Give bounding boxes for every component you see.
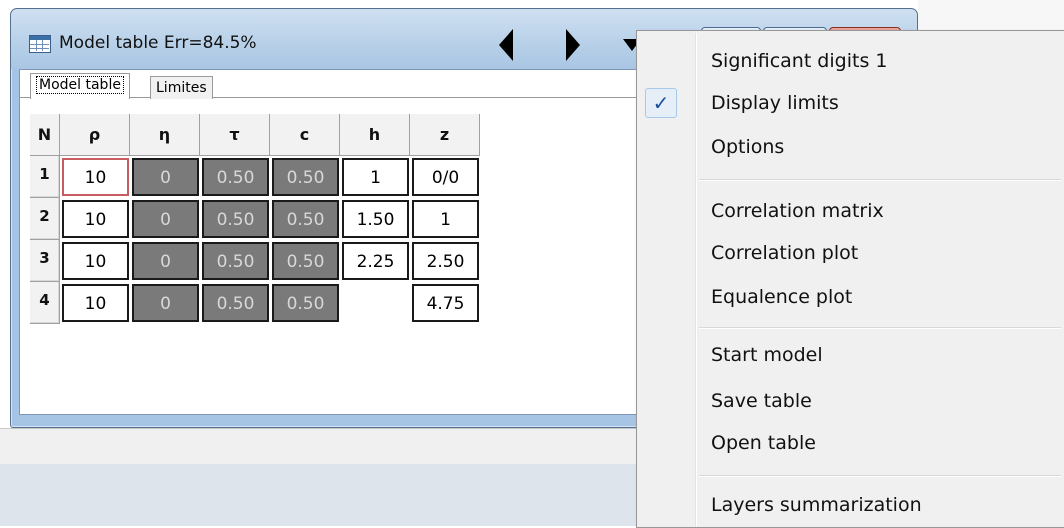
tab-label: Model table (36, 76, 124, 94)
row-header[interactable]: 3 (30, 240, 60, 282)
row-header[interactable]: 2 (30, 198, 60, 240)
cell-h[interactable]: 1.50 (342, 200, 409, 238)
column-header-rho[interactable]: ρ (60, 114, 130, 156)
cell-eta[interactable]: 0 (132, 200, 199, 238)
menu-item-options[interactable]: Options (639, 127, 1063, 167)
cell-tau[interactable]: 0.50 (202, 284, 269, 322)
tab-model-table[interactable]: Model table (30, 73, 130, 99)
cell-rho[interactable]: 10 (62, 284, 129, 322)
cell-eta[interactable]: 0 (132, 242, 199, 280)
cell-tau[interactable]: 0.50 (202, 158, 269, 196)
menu-item-save-table[interactable]: Save table (639, 381, 1063, 421)
column-header-z[interactable]: z (410, 114, 480, 156)
menu-item-label: Correlation plot (711, 242, 859, 264)
cell-h[interactable] (342, 284, 409, 322)
cell-z[interactable]: 2.50 (412, 242, 479, 280)
desktop-background (918, 0, 1064, 30)
cell-eta[interactable]: 0 (132, 158, 199, 196)
cell-z[interactable]: 0/0 (412, 158, 479, 196)
cell-rho[interactable]: 10 (62, 200, 129, 238)
cell-c[interactable]: 0.50 (272, 284, 339, 322)
column-header-c[interactable]: c (270, 114, 340, 156)
menu-item-significant-digits[interactable]: Significant digits 1 (639, 41, 1063, 81)
cell-c[interactable]: 0.50 (272, 158, 339, 196)
menu-item-correlation-plot[interactable]: Correlation plot (639, 233, 1063, 273)
window-title: Model table Err=84.5% (59, 33, 257, 53)
cell-h[interactable]: 2.25 (342, 242, 409, 280)
menu-item-label: Open table (711, 432, 816, 454)
menu-item-label: Correlation matrix (711, 200, 884, 222)
menu-item-open-table[interactable]: Open table (639, 423, 1063, 463)
menu-item-label: Equalence plot (711, 286, 853, 308)
menu-item-label: Layers summarization (711, 494, 922, 516)
menu-item-correlation-matrix[interactable]: Correlation matrix (639, 191, 1063, 231)
menu-item-start-model[interactable]: Start model (639, 335, 1063, 375)
menu-item-label: Start model (711, 344, 823, 366)
menu-separator (699, 327, 1061, 329)
menu-item-label: Options (711, 136, 785, 158)
cell-rho[interactable]: 10 (62, 158, 129, 196)
menu-item-label: Significant digits 1 (711, 50, 888, 72)
cell-c[interactable]: 0.50 (272, 242, 339, 280)
menu-item-label: Save table (711, 390, 812, 412)
tab-label: Limites (156, 80, 207, 96)
row-header[interactable]: 1 (30, 156, 60, 198)
left-arrow-icon[interactable] (499, 29, 513, 61)
cell-tau[interactable]: 0.50 (202, 200, 269, 238)
cell-h[interactable]: 1 (342, 158, 409, 196)
cell-eta[interactable]: 0 (132, 284, 199, 322)
cell-c[interactable]: 0.50 (272, 200, 339, 238)
tab-limites[interactable]: Limites (150, 76, 213, 99)
column-header-eta[interactable]: η (130, 114, 200, 156)
menu-separator (699, 475, 1061, 477)
row-header[interactable]: 4 (30, 282, 60, 324)
menu-item-layers-summarization[interactable]: Layers summarization (639, 485, 1063, 525)
context-menu: Significant digits 1 ✓ Display limits Op… (636, 30, 1064, 528)
menu-item-display-limits[interactable]: ✓ Display limits (639, 83, 1063, 123)
cell-z[interactable]: 4.75 (412, 284, 479, 322)
cell-rho[interactable]: 10 (62, 242, 129, 280)
column-header-tau[interactable]: τ (200, 114, 270, 156)
column-header-h[interactable]: h (340, 114, 410, 156)
menu-item-equalence-plot[interactable]: Equalence plot (639, 277, 1063, 317)
column-header-n[interactable]: N (30, 114, 60, 156)
cell-tau[interactable]: 0.50 (202, 242, 269, 280)
table-icon (29, 35, 51, 53)
menu-separator (699, 179, 1061, 181)
right-arrow-icon[interactable] (566, 29, 580, 61)
checkmark-icon: ✓ (645, 88, 677, 118)
cell-z[interactable]: 1 (412, 200, 479, 238)
menu-item-label: Display limits (711, 92, 839, 114)
